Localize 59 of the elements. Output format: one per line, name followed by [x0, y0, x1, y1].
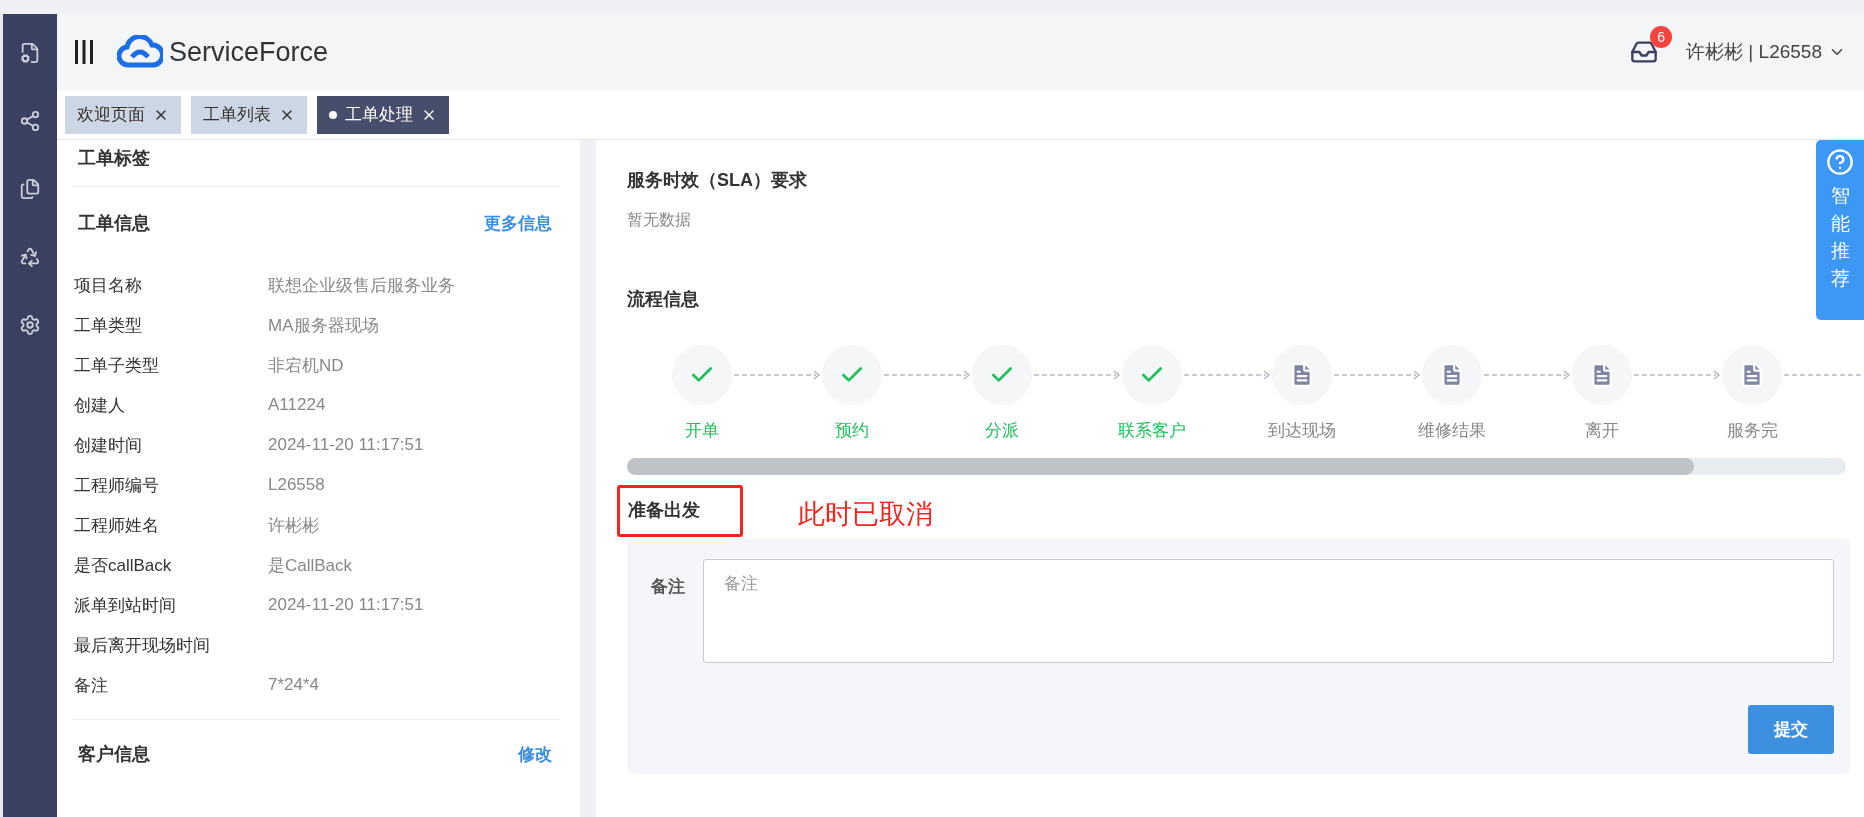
field-label: 备注 — [651, 576, 685, 598]
field-label: 项目名称 — [74, 274, 143, 297]
section-title: 流程信息 — [627, 288, 700, 311]
field-label: 创建时间 — [74, 434, 143, 457]
field-label: 最后离开现场时间 — [74, 634, 211, 657]
step-label: 联系客户 — [1118, 420, 1186, 442]
section-title: 工单信息 — [78, 212, 150, 235]
form-title: 准备出发 — [617, 485, 743, 537]
settings-icon[interactable] — [19, 314, 41, 336]
app-logo-text: ServiceForce — [169, 36, 329, 68]
field-value: 非宕机ND — [268, 354, 344, 377]
field-label: 备注 — [74, 674, 109, 697]
field-label: 工程师姓名 — [74, 514, 160, 537]
page-tab[interactable]: 欢迎页面 — [65, 95, 181, 134]
document-icon — [1739, 362, 1765, 388]
step-label: 预约 — [835, 420, 869, 442]
step-label: 离开 — [1585, 420, 1619, 442]
page-tab[interactable]: 工单列表 — [191, 95, 307, 134]
field-label: 工程师编号 — [74, 474, 160, 497]
field-value: 许彬彬 — [268, 514, 319, 537]
field-value: L26558 — [268, 475, 325, 495]
step-label: 维修结果 — [1418, 420, 1486, 442]
field-label: 工单子类型 — [74, 354, 160, 377]
files-icon[interactable] — [19, 178, 41, 200]
cloud-logo-icon — [117, 35, 163, 69]
recycle-icon[interactable] — [19, 246, 41, 268]
field-value: 2024-11-20 11:17:51 — [268, 435, 424, 455]
field-label: 派单到站时间 — [74, 594, 177, 617]
section-title: 客户信息 — [78, 743, 150, 766]
section-title: 服务时效（SLA）要求 — [627, 169, 808, 192]
field-value: MA服务器现场 — [268, 314, 379, 337]
network-icon[interactable] — [19, 110, 41, 132]
scrollbar[interactable] — [627, 458, 1846, 475]
step-label: 服务完 — [1726, 420, 1778, 442]
help-icon — [1826, 148, 1854, 176]
document-icon — [1439, 362, 1465, 388]
annotation-text: 此时已取消 — [798, 499, 933, 529]
field-label: 是否callBack — [74, 554, 173, 577]
field-value: A11224 — [268, 395, 326, 415]
document-icon — [1589, 362, 1615, 388]
document-icon — [1289, 362, 1315, 388]
active-dot — [329, 110, 337, 119]
notification-count: 6 — [1650, 26, 1673, 48]
step-label: 到达现场 — [1268, 420, 1336, 442]
field-value: 是CallBack — [268, 554, 353, 577]
section-title: 工单标签 — [78, 147, 151, 170]
user-name[interactable]: 许彬彬 | L26558 — [1686, 39, 1822, 65]
field-value: 7*24*4 — [268, 675, 320, 695]
menu-icon[interactable] — [73, 38, 95, 66]
page-tab[interactable]: 工单处理 — [317, 95, 449, 134]
field-label: 创建人 — [74, 394, 126, 417]
empty-text: 暂无数据 — [627, 211, 691, 228]
field-value: 2024-11-20 11:17:51 — [268, 595, 424, 615]
step-label: 分派 — [985, 420, 1019, 442]
step-label: 开单 — [685, 420, 719, 442]
document-gear-icon[interactable] — [19, 42, 41, 64]
field-label: 工单类型 — [74, 314, 143, 337]
remark-field[interactable]: 备注 — [703, 559, 1834, 663]
field-value: 联想企业级售后服务业务 — [268, 274, 455, 297]
